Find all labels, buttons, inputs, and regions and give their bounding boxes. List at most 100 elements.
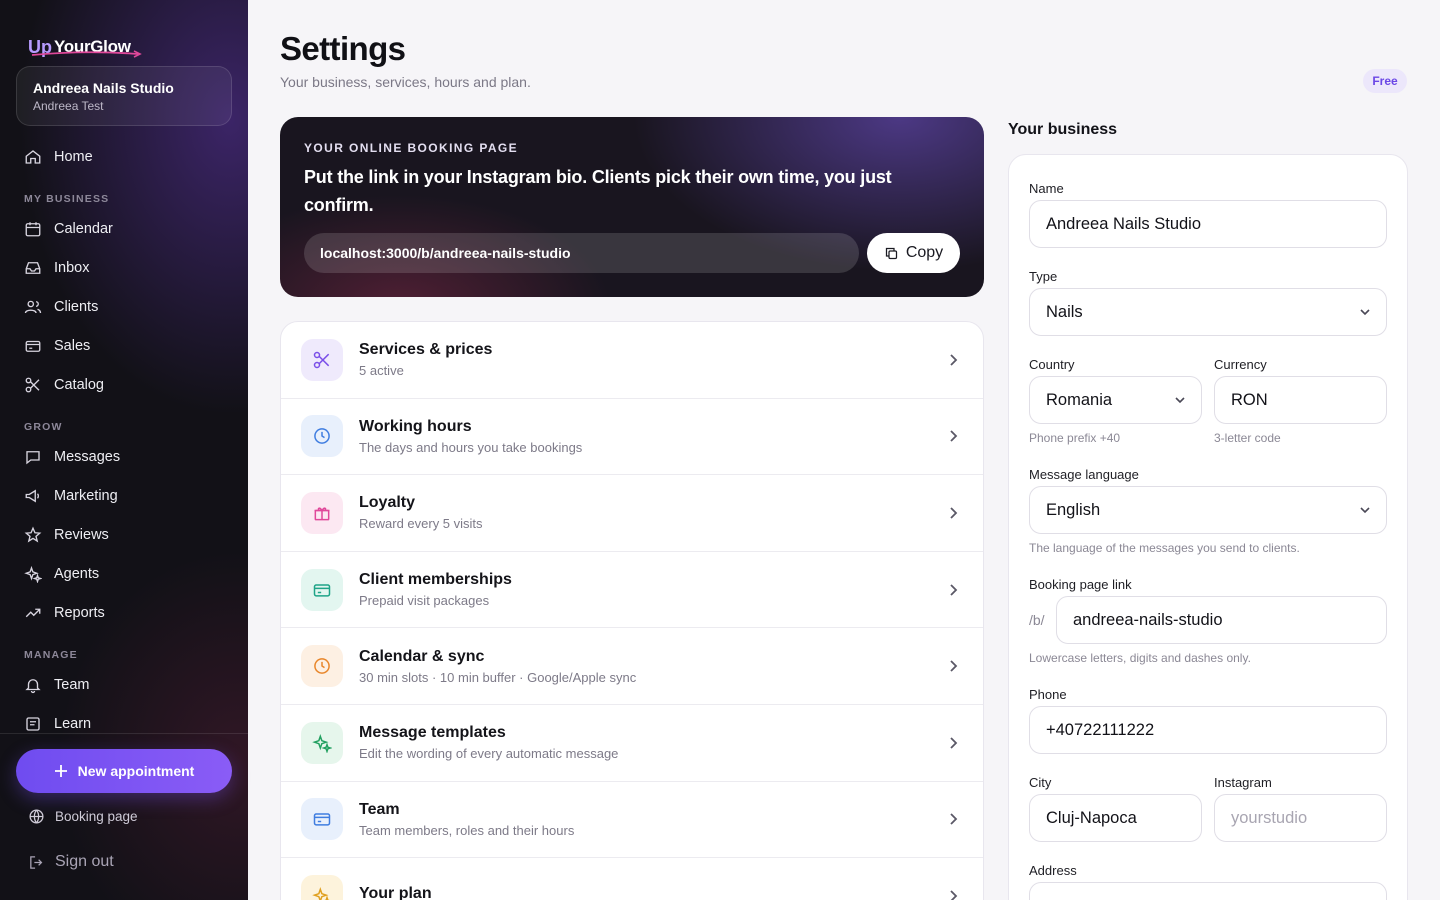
sidebar-item-label: Inbox: [54, 260, 90, 276]
booking-url-field[interactable]: localhost:3000/b/andreea-nails-studio: [304, 233, 859, 273]
row-icon-bg: [301, 491, 343, 534]
row-subtitle: Team members, roles and their hours: [359, 822, 575, 838]
sidebar-item-messages[interactable]: Messages: [24, 446, 120, 468]
chevron-right-icon: [950, 354, 958, 366]
chevron-down-icon: [1175, 397, 1185, 404]
sidebar-item-clients[interactable]: Clients: [24, 296, 98, 318]
settings-row-services[interactable]: Services & prices 5 active: [281, 322, 983, 399]
sidebar-item-catalog[interactable]: Catalog: [24, 374, 104, 396]
sidebar-item-label: Clients: [54, 299, 99, 315]
inbox-icon: [25, 262, 41, 274]
language-select[interactable]: English: [1029, 486, 1387, 534]
clock-icon: [314, 428, 330, 445]
booking-page-card: YOUR ONLINE BOOKING PAGE Put the link in…: [280, 117, 984, 297]
chevron-right-icon: [950, 813, 958, 825]
sidebar-item-reports[interactable]: Reports: [24, 602, 105, 624]
chevron-right-icon: [950, 507, 958, 519]
sidebar-item-calendar[interactable]: Calendar: [24, 218, 113, 240]
brand-logo[interactable]: Up YourGlow: [28, 28, 142, 58]
business-switcher[interactable]: Andreea Nails Studio Andreea Test: [16, 66, 232, 126]
chevron-right-icon: [950, 430, 958, 443]
sidebar-item-reviews[interactable]: Reviews: [24, 524, 109, 546]
booking-link-input[interactable]: andreea-nails-studio: [1056, 596, 1387, 644]
sign-out-button[interactable]: Sign out: [28, 853, 114, 871]
country-select[interactable]: Romania: [1029, 376, 1202, 424]
row-title: Team: [359, 800, 400, 818]
row-title: Calendar & sync: [359, 647, 485, 665]
copy-icon: [885, 247, 897, 259]
sidebar-item-marketing[interactable]: Marketing: [24, 485, 118, 507]
row-subtitle: The days and hours you take bookings: [359, 439, 583, 455]
name-label: Name: [1029, 181, 1064, 196]
city-value: Cluj-Napoca: [1046, 808, 1137, 827]
chevron-right-icon: [950, 660, 958, 672]
new-appointment-label: New appointment: [77, 763, 195, 779]
row-title: Your plan: [359, 884, 432, 900]
settings-row-message-templates[interactable]: Message templates Edit the wording of eve…: [281, 705, 983, 782]
gift-icon: [314, 507, 330, 521]
sidebar-item-label: Catalog: [54, 377, 104, 393]
row-icon-bg: [301, 721, 343, 764]
sidebar-item-inbox[interactable]: Inbox: [24, 257, 89, 279]
book-icon: [26, 717, 40, 731]
calendar-icon: [25, 222, 41, 237]
sidebar-item-label: Team: [54, 677, 90, 693]
row-icon-bg: [301, 338, 343, 381]
plus-icon: [54, 765, 67, 777]
sidebar-item-label: Reports: [54, 605, 105, 621]
instagram-input[interactable]: yourstudio: [1214, 794, 1387, 842]
address-input[interactable]: [1029, 882, 1387, 900]
phone-input[interactable]: +40722111222: [1029, 706, 1387, 754]
settings-row-team[interactable]: Team Team members, roles and their hours: [281, 782, 983, 859]
settings-row-loyalty[interactable]: Loyalty Reward every 5 visits: [281, 475, 983, 552]
sidebar-item-label: Marketing: [54, 488, 118, 504]
settings-row-memberships[interactable]: Client memberships Prepaid visit packages: [281, 552, 983, 629]
settings-list: Services & prices 5 active Working hours T…: [280, 321, 984, 900]
sidebar: Up YourGlow Andreea Nails Studio Andreea…: [0, 0, 248, 900]
clock-icon: [314, 658, 330, 675]
type-label: Type: [1029, 269, 1058, 284]
settings-row-plan[interactable]: Your plan: [281, 858, 983, 900]
row-title: Client memberships: [359, 571, 512, 589]
row-subtitle: 5 active: [359, 363, 404, 379]
card-icon: [25, 340, 41, 352]
row-subtitle: Reward every 5 visits: [359, 516, 483, 532]
sidebar-item-label: Messages: [54, 449, 121, 465]
row-icon-bg: [301, 645, 343, 688]
row-icon-bg: [301, 415, 343, 458]
row-title: Working hours: [359, 417, 472, 435]
sidebar-item-team[interactable]: Team: [24, 674, 89, 696]
type-value: Nails: [1046, 302, 1083, 321]
copy-label: Copy: [905, 244, 944, 261]
language-hint: The language of the messages you send to…: [1029, 541, 1300, 555]
booking-link-hint: Lowercase letters, digits and dashes onl…: [1029, 651, 1251, 665]
currency-input[interactable]: RON: [1214, 376, 1387, 424]
sparkles-icon: [312, 886, 330, 900]
sidebar-item-home[interactable]: Home: [24, 146, 93, 168]
currency-hint: 3-letter code: [1214, 431, 1281, 445]
sidebar-item-sales[interactable]: Sales: [24, 335, 90, 357]
nav-section-manage: MANAGE: [24, 649, 78, 661]
business-owner: Andreea Test: [33, 99, 104, 113]
sidebar-item-label: Sales: [54, 338, 91, 354]
phone-label: Phone: [1029, 687, 1067, 702]
sidebar-item-label: Agents: [54, 566, 100, 582]
name-input[interactable]: Andreea Nails Studio: [1029, 200, 1387, 248]
booking-link-value: andreea-nails-studio: [1073, 610, 1223, 629]
megaphone-icon: [25, 489, 40, 503]
settings-row-calendar-sync[interactable]: Calendar & sync 30 min slots · 10 min buf…: [281, 628, 983, 705]
copy-link-button[interactable]: Copy: [867, 233, 960, 273]
booking-page-link[interactable]: Booking page: [28, 808, 138, 825]
new-appointment-button[interactable]: New appointment: [16, 749, 232, 793]
type-select[interactable]: Nails: [1029, 288, 1387, 336]
sidebar-item-learn[interactable]: Learn: [24, 713, 91, 735]
settings-row-working-hours[interactable]: Working hours The days and hours you take…: [281, 399, 983, 476]
city-input[interactable]: Cluj-Napoca: [1029, 794, 1202, 842]
sidebar-item-agents[interactable]: Agents: [24, 563, 99, 585]
page-title: Settings: [280, 30, 406, 67]
city-label: City: [1029, 775, 1052, 790]
row-subtitle: Edit the wording of every automatic mess…: [359, 746, 619, 762]
home-icon: [25, 150, 41, 164]
row-title: Message templates: [359, 724, 506, 742]
chevron-down-icon: [1360, 309, 1370, 316]
